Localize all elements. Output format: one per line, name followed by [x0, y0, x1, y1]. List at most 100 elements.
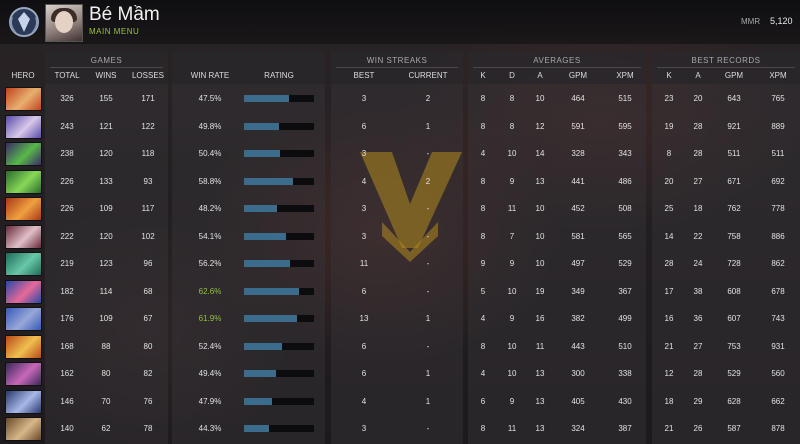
rating-bar-fill — [244, 315, 297, 322]
cell-ra: 26 — [693, 424, 703, 433]
cell-a: 10 — [535, 259, 545, 268]
hero-portrait[interactable] — [5, 389, 42, 414]
cell-a: 14 — [535, 149, 545, 158]
rating-bar-fill — [244, 205, 277, 212]
cell-losses: 78 — [143, 424, 153, 433]
cell-a: 13 — [535, 424, 545, 433]
hero-portrait[interactable] — [5, 169, 42, 194]
rating-bar — [244, 95, 314, 102]
cell-xpm: 367 — [618, 286, 632, 296]
col-header-total[interactable]: TOTAL — [47, 71, 87, 80]
cell-gpm: 382 — [571, 314, 585, 323]
hero-portrait[interactable] — [5, 197, 42, 221]
cell-rgpm: 628 — [727, 396, 741, 406]
cell-current: 1 — [425, 121, 431, 131]
col-header-best-assists[interactable]: A — [678, 71, 718, 80]
col-header-rating[interactable]: RATING — [259, 71, 299, 80]
cell-total: 219 — [60, 259, 74, 268]
hero-portrait[interactable] — [5, 252, 42, 276]
cell-win-rate: 47.9% — [198, 396, 222, 406]
rating-panel — [172, 51, 325, 444]
hero-portrait[interactable] — [5, 334, 42, 359]
cell-rgpm: 762 — [727, 204, 741, 213]
cell-best: 11 — [359, 259, 369, 268]
cell-rxpm: 743 — [771, 314, 785, 323]
main-menu-link[interactable]: MAIN MENU — [89, 27, 139, 36]
cell-ra: 18 — [693, 204, 703, 213]
cell-gpm: 300 — [571, 369, 585, 378]
col-header-avg-xpm[interactable]: XPM — [605, 71, 645, 80]
rating-bar-fill — [244, 260, 290, 267]
cell-losses: 93 — [143, 176, 153, 186]
cell-rxpm: 692 — [771, 176, 785, 186]
cell-xpm: 529 — [618, 259, 632, 268]
cell-best: 3 — [361, 149, 367, 158]
cell-win-rate: 56.2% — [198, 259, 222, 268]
cell-wins: 109 — [99, 314, 113, 323]
cell-wins: 133 — [99, 176, 113, 186]
games-panel — [45, 51, 168, 444]
hero-portrait[interactable] — [5, 87, 42, 111]
rating-bar-fill — [244, 287, 299, 295]
cell-current: - — [426, 204, 430, 213]
cell-current: - — [426, 149, 430, 158]
cell-wins: 114 — [99, 286, 113, 296]
cell-ra: 28 — [693, 369, 703, 378]
cell-rgpm: 758 — [727, 231, 741, 241]
cell-win-rate: 50.4% — [198, 149, 222, 158]
cell-ra: 28 — [693, 121, 703, 131]
header-bar: Bé Mầm MAIN MENU MMR 5,120 — [0, 0, 800, 44]
col-header-best-xpm[interactable]: XPM — [758, 71, 798, 80]
cell-ra: 38 — [693, 286, 703, 296]
cell-gpm: 581 — [571, 231, 585, 241]
rating-bar — [244, 205, 314, 212]
cell-wins: 155 — [99, 94, 113, 103]
cell-rxpm: 778 — [771, 204, 785, 213]
avatar[interactable] — [45, 4, 83, 42]
cell-win-rate: 44.3% — [198, 424, 222, 433]
cell-ra: 22 — [693, 231, 703, 241]
col-header-hero[interactable]: HERO — [3, 71, 43, 80]
col-header-avg-gpm[interactable]: GPM — [558, 71, 598, 80]
cell-best: 6 — [361, 341, 367, 351]
cell-current: - — [426, 424, 430, 433]
cell-best: 4 — [361, 176, 367, 186]
mmr-label: MMR — [741, 17, 761, 26]
hero-portrait[interactable] — [5, 417, 42, 441]
cell-losses: 117 — [141, 204, 155, 213]
col-header-avg-assists[interactable]: A — [520, 71, 560, 80]
cell-current: - — [426, 341, 430, 351]
cell-best: 3 — [361, 204, 367, 213]
cell-ra: 29 — [693, 396, 703, 406]
col-header-best-gpm[interactable]: GPM — [714, 71, 754, 80]
hero-portrait[interactable] — [5, 114, 42, 139]
hero-portrait[interactable] — [5, 279, 42, 304]
cell-rgpm: 607 — [727, 314, 741, 323]
cell-gpm: 497 — [571, 259, 585, 268]
rating-bar-fill — [244, 425, 269, 432]
cell-rgpm: 753 — [727, 341, 741, 351]
cell-wins: 62 — [101, 424, 111, 433]
cell-gpm: 591 — [571, 121, 585, 131]
rating-bar — [244, 287, 314, 295]
cell-total: 243 — [60, 121, 74, 131]
cell-xpm: 510 — [618, 341, 632, 351]
hero-portrait[interactable] — [5, 224, 42, 249]
cell-current: - — [426, 286, 430, 296]
group-title-win-streaks: WIN STREAKS — [366, 56, 428, 65]
cell-xpm: 515 — [618, 94, 632, 103]
col-header-win-rate[interactable]: WIN RATE — [185, 71, 235, 80]
hero-portrait[interactable] — [5, 142, 42, 166]
col-header-losses[interactable]: LOSSES — [126, 71, 170, 80]
hero-portrait[interactable] — [5, 307, 42, 331]
cell-a: 11 — [535, 341, 545, 351]
cell-total: 140 — [60, 424, 74, 433]
cell-win-rate: 52.4% — [198, 341, 222, 351]
cell-xpm: 508 — [618, 204, 632, 213]
hero-portrait[interactable] — [5, 362, 42, 386]
cell-total: 146 — [60, 396, 74, 406]
col-header-current-streak[interactable]: CURRENT — [405, 71, 451, 80]
col-header-best-streak[interactable]: BEST — [344, 71, 384, 80]
col-header-wins[interactable]: WINS — [86, 71, 126, 80]
cell-win-rate: 48.2% — [198, 204, 222, 213]
